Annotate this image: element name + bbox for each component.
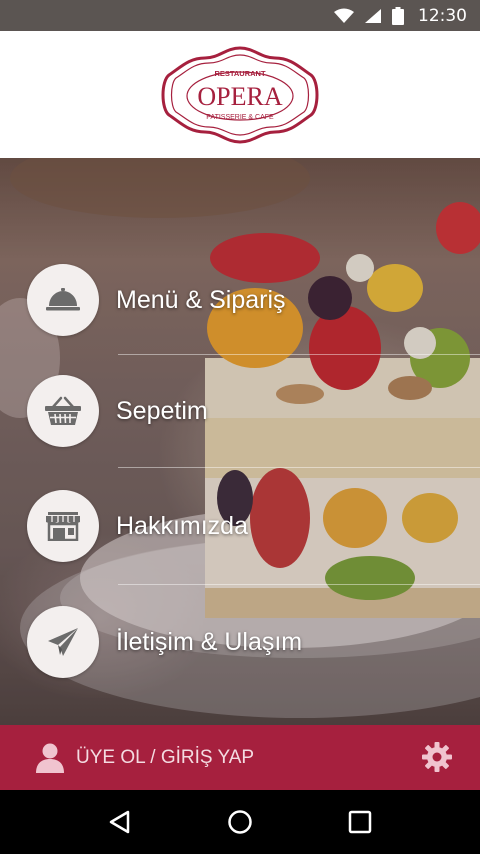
logo-top-text: RESTAURANT: [214, 69, 266, 78]
menu-circle: [27, 264, 99, 336]
recents-button[interactable]: [336, 798, 384, 846]
menu-item-cart[interactable]: Sepetim: [27, 375, 457, 447]
divider: [118, 354, 480, 355]
signal-icon: [365, 8, 381, 23]
app-header: RESTAURANT OPERA PATISSERIE & CAFE: [0, 31, 480, 158]
paper-plane-icon: [48, 628, 78, 656]
logo-name: OPERA: [197, 82, 282, 111]
gear-icon: [422, 742, 452, 772]
menu-circle: [27, 606, 99, 678]
status-time: 12:30: [418, 5, 467, 26]
settings-button[interactable]: [422, 742, 452, 777]
account-label: ÜYE OL / GİRİŞ YAP: [76, 746, 255, 768]
signup-login-button[interactable]: ÜYE OL / GİRİŞ YAP: [36, 743, 254, 773]
menu-item-label: Menü & Sipariş: [116, 285, 286, 314]
battery-icon: [392, 6, 404, 25]
back-button[interactable]: [96, 798, 144, 846]
divider: [118, 584, 480, 585]
menu-item-label: Sepetim: [116, 396, 208, 425]
home-button[interactable]: [216, 798, 264, 846]
opera-logo: RESTAURANT OPERA PATISSERIE & CAFE: [161, 45, 319, 144]
home-icon: [228, 810, 252, 834]
logo-bottom-text: PATISSERIE & CAFE: [206, 114, 274, 121]
cloche-icon: [46, 288, 80, 311]
system-nav-bar: [0, 790, 480, 854]
wifi-icon: [334, 8, 354, 23]
account-bar: ÜYE OL / GİRİŞ YAP: [0, 725, 480, 790]
user-icon: [36, 743, 64, 773]
menu-item-label: İletişim & Ulaşım: [116, 627, 303, 656]
menu-circle: [27, 490, 99, 562]
recents-icon: [348, 810, 372, 834]
menu-item-contact[interactable]: İletişim & Ulaşım: [27, 606, 457, 678]
menu-item-label: Hakkımızda: [116, 511, 248, 540]
basket-icon: [45, 396, 81, 425]
divider: [118, 467, 480, 468]
status-bar: 12:30: [0, 0, 480, 31]
menu-item-menu-order[interactable]: Menü & Sipariş: [27, 264, 457, 336]
menu-item-about[interactable]: Hakkımızda: [27, 490, 457, 562]
back-icon: [109, 810, 130, 834]
storefront-icon: [46, 512, 80, 541]
menu-circle: [27, 375, 99, 447]
